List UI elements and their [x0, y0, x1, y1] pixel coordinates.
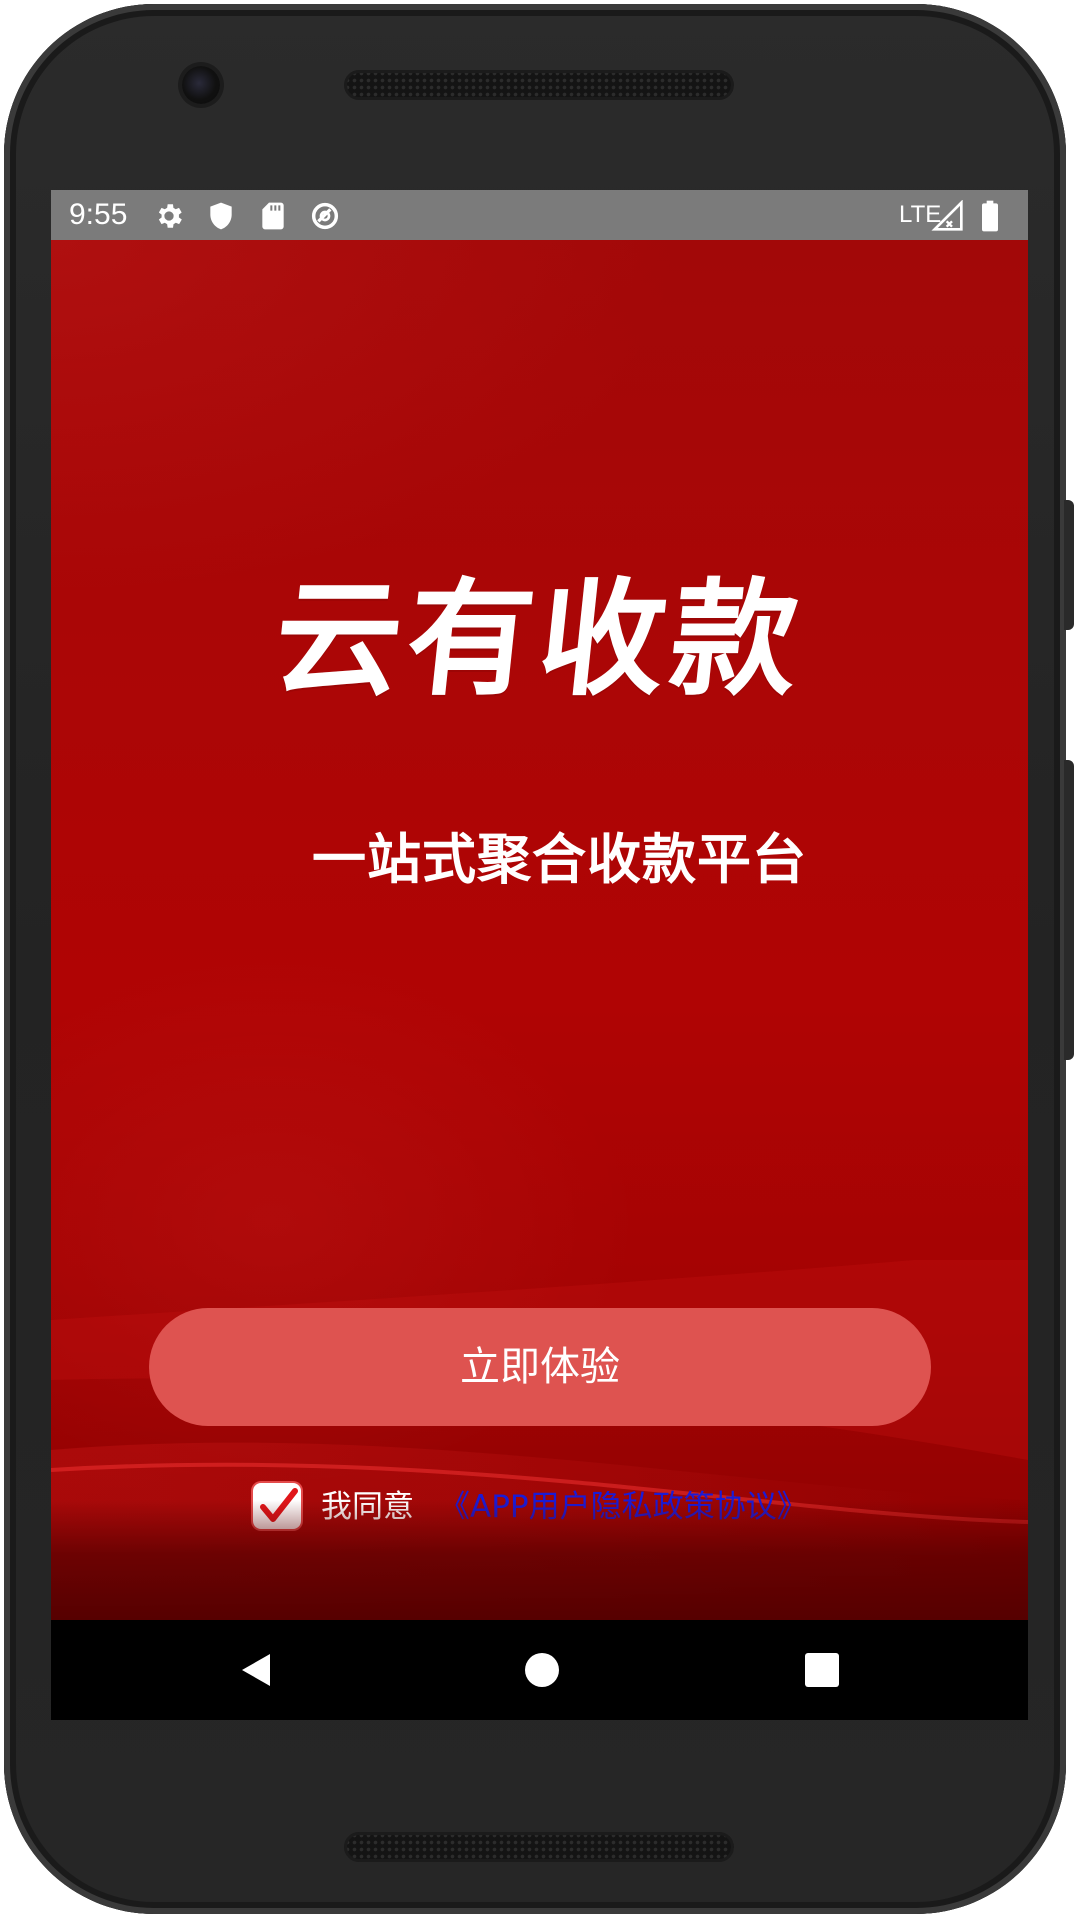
data-saver-icon [309, 200, 341, 232]
app-splash: 云有收款 一站式聚合收款平台 立即体验 我同意 《APP用户隐私政策协议》 [51, 240, 1028, 1620]
recents-icon[interactable] [797, 1645, 847, 1695]
gear-icon [153, 200, 185, 232]
volume-rocker [1064, 760, 1074, 1060]
back-icon[interactable] [231, 1645, 281, 1695]
power-button [1064, 500, 1074, 630]
app-subtitle: 一站式聚合收款平台 [312, 828, 807, 891]
page: 9:55 LTE 云有收款 一站式聚合收款平台 立即体验 [0, 0, 1080, 1920]
navigation-bar [51, 1620, 1028, 1720]
earpiece-speaker [344, 70, 734, 100]
signal-icon [931, 199, 965, 232]
screen: 9:55 LTE 云有收款 一站式聚合收款平台 立即体验 [51, 190, 1028, 1720]
front-camera [182, 66, 220, 104]
bottom-shade [51, 1500, 1028, 1620]
phone-frame: 9:55 LTE 云有收款 一站式聚合收款平台 立即体验 [4, 4, 1066, 1914]
bottom-speaker [344, 1832, 734, 1862]
sd-card-icon [257, 200, 289, 232]
battery-icon [979, 200, 1003, 232]
try-now-button[interactable]: 立即体验 [149, 1308, 931, 1426]
status-time: 9:55 [69, 198, 128, 231]
shield-icon [205, 200, 237, 232]
status-bar: 9:55 LTE [51, 190, 1028, 240]
app-title: 云有收款 [267, 566, 812, 713]
home-icon[interactable] [517, 1645, 567, 1695]
